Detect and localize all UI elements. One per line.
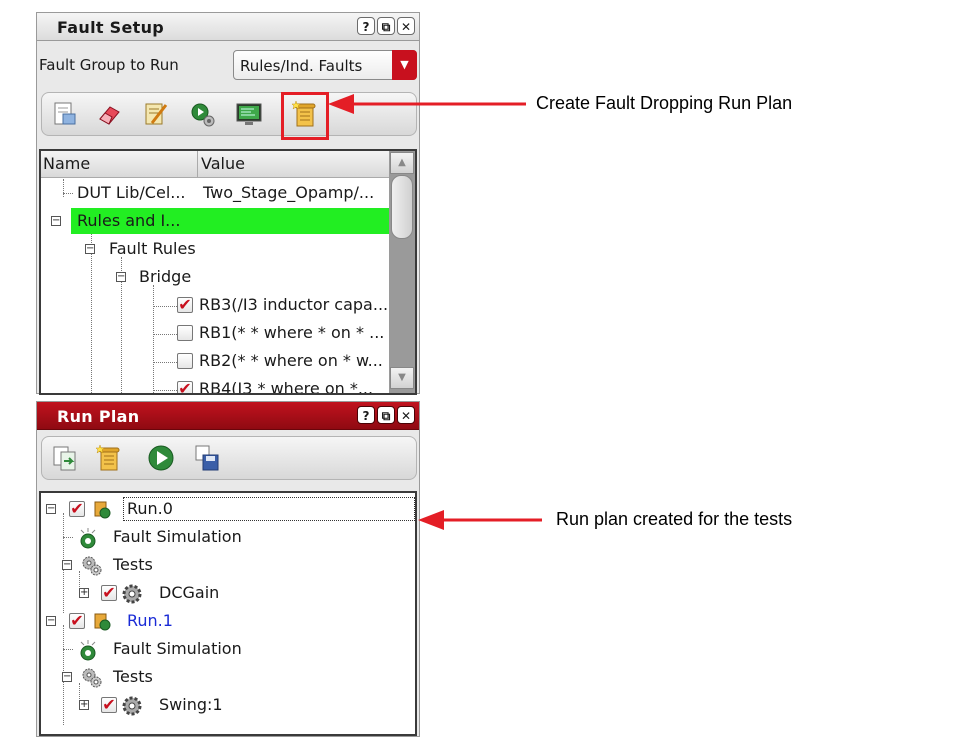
run-scroll-icon: [94, 501, 111, 519]
close-button[interactable]: ✕: [397, 17, 415, 35]
run-settings-icon[interactable]: [188, 99, 218, 129]
edit-document-icon[interactable]: [50, 99, 80, 129]
rb4-name: RB4(I3 * where on *...: [199, 379, 374, 395]
tree-row-rules[interactable]: − Rules and I...: [41, 208, 389, 234]
fault-setup-title: Fault Setup: [57, 18, 165, 37]
monitor-icon[interactable]: [234, 99, 264, 129]
save-icon[interactable]: [192, 443, 222, 473]
run-0-tests[interactable]: − Tests: [41, 552, 415, 578]
expand-icon[interactable]: +: [79, 588, 89, 598]
copy-refresh-icon[interactable]: [50, 443, 80, 473]
scroll-down-button[interactable]: ▼: [390, 367, 414, 389]
run-1-checkbox[interactable]: ✔: [69, 613, 85, 629]
column-value[interactable]: Value: [201, 154, 245, 173]
fault-simulation-icon: [80, 640, 96, 661]
collapse-icon[interactable]: −: [85, 244, 95, 254]
rb3-name: RB3(/I3 inductor capa...: [199, 295, 389, 314]
tree-row-rb2[interactable]: RB2(* * where on * w...: [41, 348, 389, 374]
run-0-test-dcgain[interactable]: + ✔ DCGain: [41, 580, 415, 606]
help-button[interactable]: ?: [357, 17, 375, 35]
eraser-icon[interactable]: [94, 99, 124, 129]
swing-checkbox[interactable]: ✔: [101, 697, 117, 713]
float-button[interactable]: ⧉: [377, 406, 395, 424]
rb2-checkbox[interactable]: [177, 353, 193, 369]
rules-name: Rules and I...: [77, 211, 181, 230]
rb2-name: RB2(* * where on * w...: [199, 351, 383, 370]
run-0-checkbox[interactable]: ✔: [69, 501, 85, 517]
chevron-down-icon[interactable]: ▼: [392, 50, 417, 80]
run-plan-tree: − ✔ Run.0 Fault Simulation − Tests + ✔ D…: [39, 491, 417, 736]
fault-rules-name: Fault Rules: [109, 239, 196, 258]
run-1-tests[interactable]: − Tests: [41, 664, 415, 690]
run-plan-toolbar: [41, 436, 417, 480]
fault-simulation-label: Fault Simulation: [113, 527, 242, 546]
gear-icon: [122, 584, 142, 604]
run-plan-titlebar: Run Plan ? ⧉ ✕: [37, 402, 419, 430]
tree-row-dut[interactable]: DUT Lib/Cel... Two_Stage_Opamp/...: [41, 180, 389, 206]
run-0-name: Run.0: [127, 499, 173, 518]
scroll-thumb[interactable]: [391, 175, 413, 239]
run-0-fault-simulation[interactable]: Fault Simulation: [41, 524, 415, 550]
tree-row-rb4[interactable]: ✔ RB4(I3 * where on *...: [41, 376, 389, 395]
run-1-test-swing[interactable]: + ✔ Swing:1: [41, 692, 415, 718]
collapse-icon[interactable]: −: [62, 560, 72, 570]
fault-setup-panel: Fault Setup ? ⧉ ✕ Fault Group to Run Rul…: [36, 12, 420, 395]
collapse-icon[interactable]: −: [46, 616, 56, 626]
help-button[interactable]: ?: [357, 406, 375, 424]
run-1-fault-simulation[interactable]: Fault Simulation: [41, 636, 415, 662]
tests-label: Tests: [113, 667, 153, 686]
dcgain-label: DCGain: [159, 583, 220, 602]
close-button[interactable]: ✕: [397, 406, 415, 424]
fault-group-value: Rules/Ind. Faults: [240, 57, 363, 75]
scroll-plan-icon[interactable]: [290, 99, 320, 129]
run-row-1[interactable]: − ✔ Run.1: [41, 608, 415, 634]
fault-setup-tree: Name Value DUT Lib/Cel... Two_Stage_Opam…: [39, 149, 417, 395]
notes-pencil-icon[interactable]: [140, 99, 170, 129]
column-name[interactable]: Name: [43, 154, 90, 173]
fault-group-label: Fault Group to Run: [39, 56, 179, 74]
tree-row-rb3[interactable]: ✔ RB3(/I3 inductor capa...: [41, 292, 389, 318]
play-icon[interactable]: [146, 443, 176, 473]
run-1-name: Run.1: [127, 611, 173, 630]
collapse-icon[interactable]: −: [62, 672, 72, 682]
rb3-checkbox[interactable]: ✔: [177, 297, 193, 313]
collapse-icon[interactable]: −: [116, 272, 126, 282]
run-row-0[interactable]: − ✔ Run.0: [41, 496, 415, 522]
tree-row-rb1[interactable]: RB1(* * where * on * ...: [41, 320, 389, 346]
arrow-run-created: [418, 510, 542, 530]
arrow-create-plan: [328, 94, 526, 114]
expand-icon[interactable]: +: [79, 700, 89, 710]
dut-value: Two_Stage_Opamp/...: [203, 183, 375, 202]
run-scroll-icon: [94, 613, 111, 631]
annotation-create-plan: Create Fault Dropping Run Plan: [536, 93, 793, 113]
tree-header: Name Value: [41, 151, 389, 178]
tree-scrollbar[interactable]: ▲ ▼: [389, 151, 415, 393]
tree-row-fault-rules[interactable]: − Fault Rules: [41, 236, 389, 262]
dcgain-checkbox[interactable]: ✔: [101, 585, 117, 601]
float-button[interactable]: ⧉: [377, 17, 395, 35]
rb4-checkbox[interactable]: ✔: [177, 381, 193, 393]
collapse-icon[interactable]: −: [51, 216, 61, 226]
gears-icon: [82, 668, 102, 688]
rb1-checkbox[interactable]: [177, 325, 193, 341]
collapse-icon[interactable]: −: [46, 504, 56, 514]
bridge-name: Bridge: [139, 267, 192, 286]
annotation-run-created: Run plan created for the tests: [556, 509, 793, 529]
fault-simulation-label: Fault Simulation: [113, 639, 242, 658]
tests-label: Tests: [113, 555, 153, 574]
scroll-up-button[interactable]: ▲: [390, 152, 414, 174]
rb1-name: RB1(* * where * on * ...: [199, 323, 385, 342]
run-plan-panel: Run Plan ? ⧉ ✕ − ✔ Run.0 Fault Simulatio…: [36, 401, 420, 737]
fault-setup-titlebar: Fault Setup ? ⧉ ✕: [37, 13, 419, 41]
scroll-plan-icon[interactable]: [94, 443, 124, 473]
gears-icon: [82, 556, 102, 576]
tree-row-bridge[interactable]: − Bridge: [41, 264, 389, 290]
dut-name: DUT Lib/Cel...: [77, 183, 186, 202]
swing-label: Swing:1: [159, 695, 223, 714]
run-plan-title: Run Plan: [57, 407, 140, 426]
gear-icon: [122, 696, 142, 716]
column-divider: [197, 151, 198, 177]
fault-simulation-icon: [80, 528, 96, 549]
fault-group-select[interactable]: Rules/Ind. Faults ▼: [233, 50, 417, 80]
